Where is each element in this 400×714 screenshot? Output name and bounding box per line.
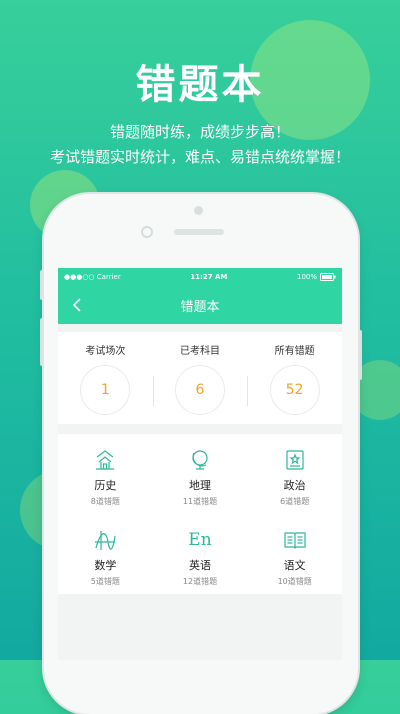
subject-grid: 历史 8道错题 地理 11道错题 政治 6道错题 数学 5道错题 En 英语 1… [58,434,342,594]
subject-count: 12道错题 [182,577,218,586]
subject-name: 数学 [94,559,117,572]
promo-line-2: 考试错题实时统计，难点、易错点统统掌握！ [49,148,350,166]
subject-english[interactable]: En 英语 12道错题 [153,514,248,594]
battery-icon [320,273,336,281]
globe-icon [192,450,208,470]
stat-label: 所有错题 [274,346,315,357]
subject-count: 5道错题 [90,577,120,586]
back-arrow-icon[interactable] [70,297,86,313]
subject-count: 6道错题 [280,497,310,506]
stat-exam-count[interactable]: 考试场次 1 [65,332,145,415]
stat-divider [153,376,154,406]
subject-count: 10道错题 [277,577,312,586]
subject-name: 历史 [94,479,117,492]
subject-count: 11道错题 [182,497,218,506]
subject-chinese[interactable]: 语文 10道错题 [247,514,342,594]
stat-label: 考试场次 [85,346,126,357]
history-icon [96,450,115,470]
emblem-icon [286,450,304,470]
subject-count: 8道错题 [90,497,120,506]
subject-math[interactable]: 数学 5道错题 [58,514,153,594]
phone-screen: ●●●○○ Carrier 11:27 AM 100% 错题本 考试场次 1 已… [58,268,342,660]
stat-divider [247,376,248,406]
promo-title: 错题本 [135,62,265,108]
stat-subject-count[interactable]: 已考科目 6 [160,332,240,415]
stat-value: 1 [80,365,131,415]
promo-line-1: 错题随时练，成绩步步高！ [109,123,290,141]
subject-name: 语文 [283,559,306,572]
subject-geography[interactable]: 地理 11道错题 [153,434,248,514]
battery-percent: 100% [296,273,317,281]
subject-history[interactable]: 历史 8道错题 [58,434,153,514]
book-icon [284,532,306,549]
stat-value: 52 [269,365,320,415]
subject-name: 英语 [188,559,211,572]
english-icon: En [188,530,212,550]
stat-label: 已考科目 [179,346,220,357]
carrier-text: ●●●○○ Carrier [64,273,121,281]
subject-name: 地理 [188,479,211,492]
navigation-bar: 错题本 [58,286,342,324]
battery-group: 100% [297,273,336,281]
status-bar: ●●●○○ Carrier 11:27 AM 100% [58,268,342,286]
phone-power-button [358,330,362,380]
subject-name: 政治 [283,479,306,492]
stats-panel: 考试场次 1 已考科目 6 所有错题 52 [58,332,342,424]
math-icon [95,531,116,550]
phone-speaker [174,229,224,235]
status-time: 11:27 AM [190,273,228,281]
front-camera [141,226,153,238]
phone-sensor [194,206,203,215]
promo-subtitle: 错题随时练，成绩步步高！ 考试错题实时统计，难点、易错点统统掌握！ [0,120,400,170]
nav-title: 错题本 [180,299,220,315]
stat-mistake-count[interactable]: 所有错题 52 [255,332,335,415]
subject-politics[interactable]: 政治 6道错题 [247,434,342,514]
stat-value: 6 [174,365,225,415]
